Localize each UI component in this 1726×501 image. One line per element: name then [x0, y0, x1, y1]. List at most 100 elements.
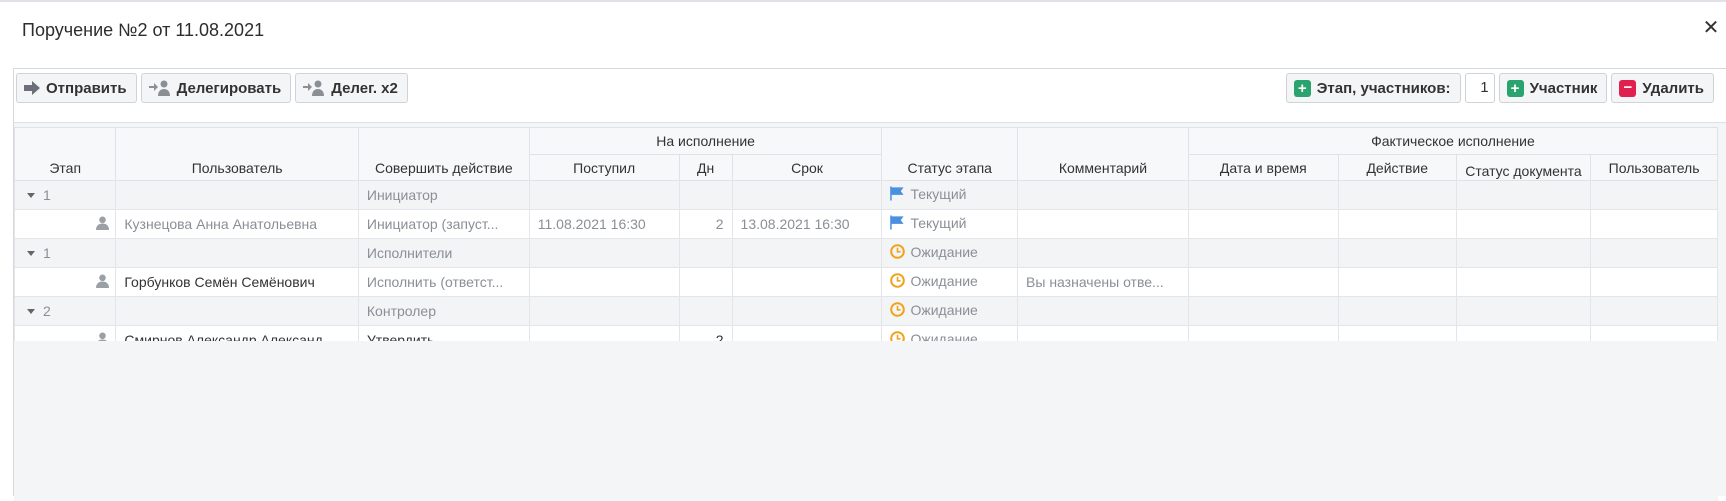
delegate-button[interactable]: Делегировать	[140, 73, 292, 103]
flag-icon	[890, 186, 905, 201]
participant-row[interactable]: Горбунков Семён Семёнович Исполнить (отве…	[13, 267, 1718, 297]
received-cell[interactable]: 11.08.2021 16:30	[528, 209, 680, 239]
stage-row[interactable]: 1 Исполнители Ожидание	[13, 238, 1718, 268]
actual-datetime-cell[interactable]	[1187, 267, 1339, 297]
days-cell[interactable]	[678, 238, 733, 268]
stage-status-cell[interactable]: Текущий	[881, 180, 1019, 210]
actual-user-cell[interactable]	[1590, 209, 1718, 239]
deadline-cell[interactable]	[731, 267, 883, 297]
stage-status-cell[interactable]: Ожидание	[881, 267, 1019, 297]
clock-icon	[890, 302, 906, 318]
actual-action-cell[interactable]	[1337, 238, 1457, 268]
days-cell[interactable]: 2	[678, 209, 733, 239]
actual-datetime-cell[interactable]	[1187, 209, 1339, 239]
deadline-cell[interactable]	[731, 296, 883, 326]
deadline-cell[interactable]: 13.08.2021 16:30	[731, 209, 883, 239]
col-header-user[interactable]: Пользователь	[115, 127, 359, 181]
add-participant-button[interactable]: + Участник	[1498, 73, 1608, 103]
delegate-x2-button[interactable]: Делег. x2	[295, 73, 408, 103]
col-header-days[interactable]: Дн	[678, 154, 733, 181]
received-cell[interactable]	[528, 180, 680, 210]
plus-square-icon: +	[1506, 79, 1524, 97]
col-header-stage[interactable]: Этап	[13, 127, 117, 181]
doc-status-cell[interactable]	[1455, 238, 1592, 268]
doc-status-cell[interactable]	[1455, 267, 1592, 297]
participant-row[interactable]: Кузнецова Анна Анатольевна Инициатор (зап…	[13, 209, 1718, 239]
user-cell[interactable]: Кузнецова Анна Анатольевна	[115, 209, 359, 239]
action-cell[interactable]: Инициатор (запуст...	[357, 209, 530, 239]
col-header-action[interactable]: Совершить действие	[357, 127, 530, 181]
actual-action-cell[interactable]	[1337, 267, 1457, 297]
participants-count-input[interactable]: 1	[1464, 73, 1495, 103]
delegate-x2-label: Делег. x2	[331, 79, 398, 97]
col-header-datetime[interactable]: Дата и время	[1187, 154, 1339, 181]
actual-datetime-cell[interactable]	[1187, 296, 1339, 326]
deadline-cell[interactable]	[731, 180, 883, 210]
col-header-comment[interactable]: Комментарий	[1017, 127, 1189, 181]
caret-down-icon[interactable]	[27, 192, 35, 198]
days-cell[interactable]	[678, 180, 733, 210]
status-label: Ожидание	[910, 243, 978, 260]
days-cell[interactable]	[678, 267, 733, 297]
user-cell[interactable]	[115, 238, 359, 268]
comment-cell[interactable]: Вы назначены отве...	[1017, 267, 1189, 297]
col-header-deadline[interactable]: Срок	[731, 154, 883, 181]
send-button[interactable]: Отправить	[16, 73, 137, 103]
col-header-stage-status[interactable]: Статус этапа	[881, 127, 1019, 181]
delete-button[interactable]: − Удалить	[1611, 73, 1714, 103]
stage-row[interactable]: 1 Инициатор Текущий	[13, 180, 1718, 210]
action-cell[interactable]: Контролер	[357, 296, 530, 326]
action-cell[interactable]: Исполнители	[357, 238, 530, 268]
col-header-received[interactable]: Поступил	[528, 154, 680, 181]
stage-cell: 1	[13, 238, 117, 268]
col-header-actual-user[interactable]: Пользователь	[1590, 154, 1718, 181]
stage-status-cell[interactable]: Ожидание	[881, 238, 1019, 268]
send-label: Отправить	[46, 79, 127, 97]
user-icon	[96, 274, 110, 291]
col-header-actual-action[interactable]: Действие	[1337, 154, 1457, 181]
actual-user-cell[interactable]	[1590, 267, 1718, 297]
stage-cell: 1	[13, 180, 117, 210]
actual-datetime-cell[interactable]	[1187, 238, 1339, 268]
stage-number: 1	[43, 187, 51, 203]
comment-cell[interactable]	[1017, 180, 1189, 210]
stage-number: 1	[43, 245, 51, 261]
deadline-cell[interactable]	[731, 238, 883, 268]
received-cell[interactable]	[528, 296, 680, 326]
comment-cell[interactable]	[1017, 209, 1189, 239]
actual-action-cell[interactable]	[1337, 180, 1457, 210]
actual-action-cell[interactable]	[1337, 296, 1457, 326]
user-cell[interactable]	[115, 180, 359, 210]
actual-datetime-cell[interactable]	[1187, 180, 1339, 210]
comment-cell[interactable]	[1017, 238, 1189, 268]
doc-status-cell[interactable]	[1455, 209, 1592, 239]
stage-status-cell[interactable]: Текущий	[881, 209, 1019, 239]
user-cell[interactable]	[115, 296, 359, 326]
actual-user-cell[interactable]	[1590, 238, 1718, 268]
close-icon[interactable]: ✕	[1700, 16, 1722, 40]
dialog-title: Поручение №2 от 11.08.2021	[22, 20, 265, 40]
delegate-label: Делегировать	[176, 79, 282, 97]
actual-action-cell[interactable]	[1337, 209, 1457, 239]
doc-status-cell[interactable]	[1455, 296, 1592, 326]
minus-square-icon: −	[1619, 79, 1637, 97]
comment-cell[interactable]	[1017, 296, 1189, 326]
received-cell[interactable]	[528, 238, 680, 268]
stage-row[interactable]: 2 Контролер Ожидание	[13, 296, 1718, 326]
flag-icon	[890, 215, 905, 230]
status-label: Текущий	[910, 185, 967, 202]
action-cell[interactable]: Исполнить (ответст...	[357, 267, 530, 297]
col-header-doc-status[interactable]: Статус документа	[1455, 154, 1592, 181]
received-cell[interactable]	[528, 267, 680, 297]
action-cell[interactable]: Инициатор	[357, 180, 530, 210]
actual-user-cell[interactable]	[1590, 180, 1718, 210]
actual-user-cell[interactable]	[1590, 296, 1718, 326]
caret-down-icon[interactable]	[27, 250, 35, 256]
add-stage-button[interactable]: + Этап, участников:	[1285, 73, 1461, 103]
days-cell[interactable]	[678, 296, 733, 326]
doc-status-cell[interactable]	[1455, 180, 1592, 210]
caret-down-icon[interactable]	[27, 308, 35, 314]
delegate-user-icon	[148, 80, 171, 96]
user-cell[interactable]: Горбунков Семён Семёнович	[115, 267, 359, 297]
stage-status-cell[interactable]: Ожидание	[881, 296, 1019, 326]
